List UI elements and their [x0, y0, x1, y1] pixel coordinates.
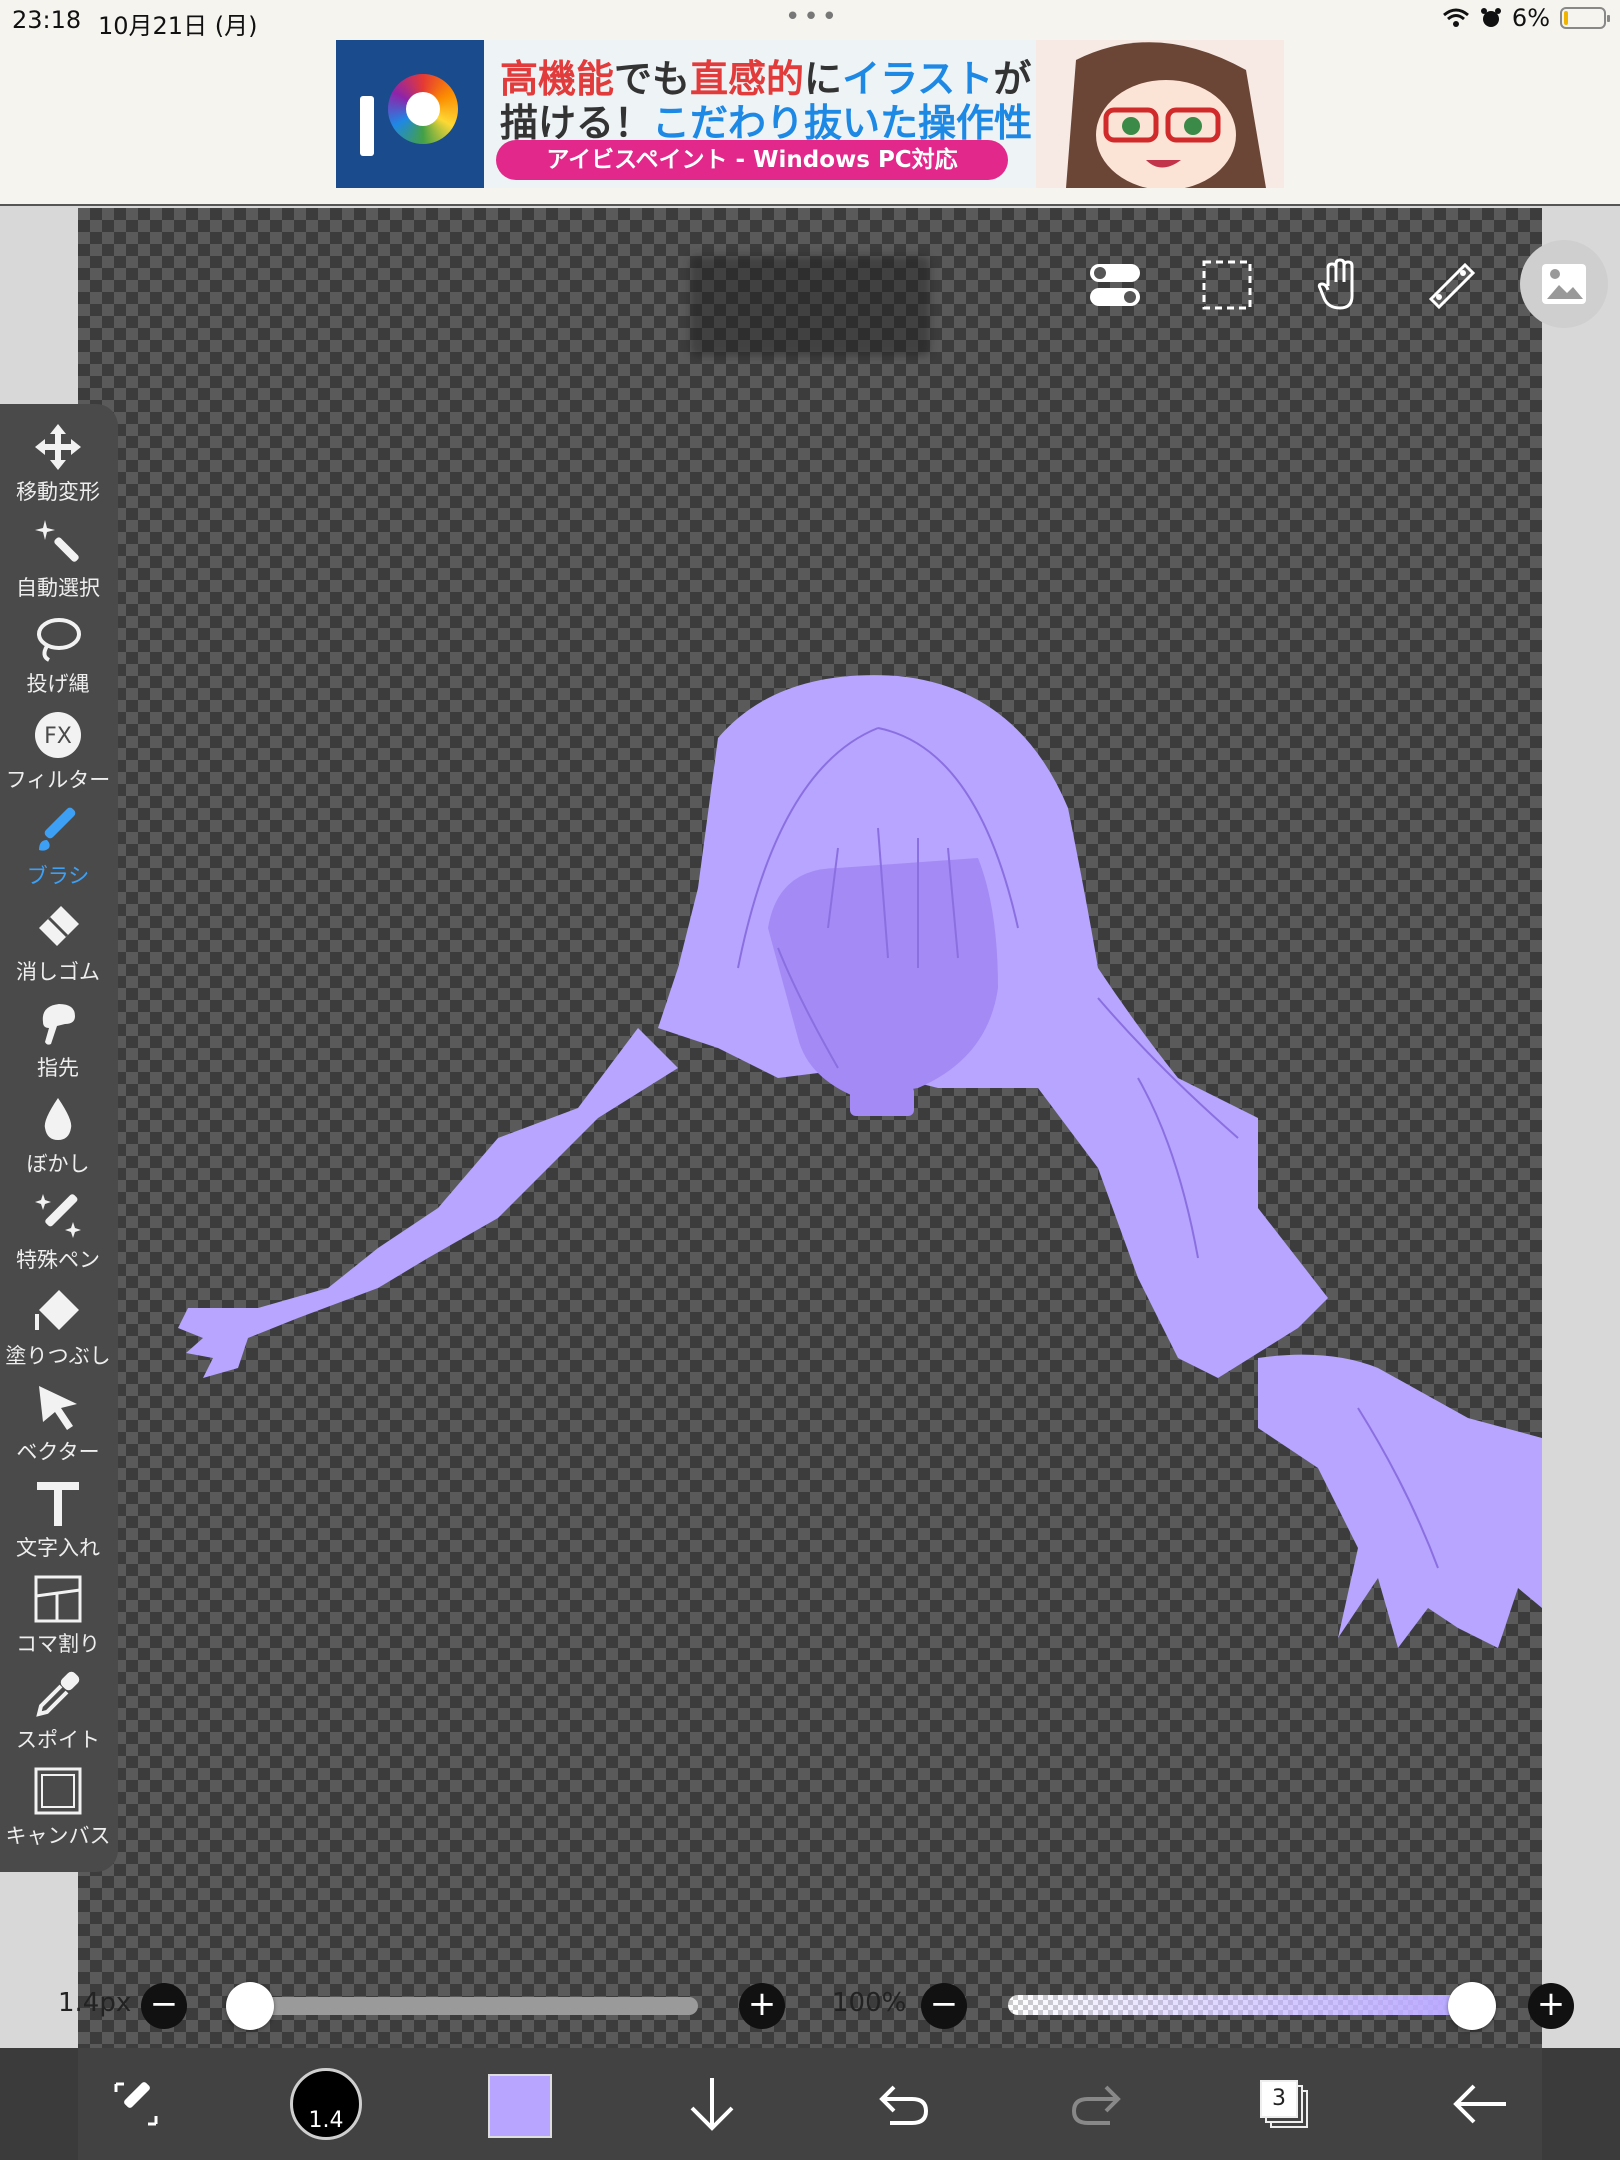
toggle-icon[interactable] [1078, 248, 1152, 322]
reference-image-icon[interactable] [1520, 240, 1608, 328]
brush-size-indicator[interactable]: 1.4 [290, 2068, 362, 2140]
fx-icon: FX [35, 712, 81, 758]
status-right: 6% [1442, 4, 1610, 32]
brush-size-slider-knob[interactable] [226, 1982, 274, 2030]
brush-size-slider[interactable] [248, 1997, 698, 2015]
hand-icon[interactable] [1302, 248, 1376, 322]
tool-text[interactable]: 文字入れ [0, 1472, 116, 1568]
multitask-dots-icon[interactable]: ••• [785, 2, 840, 32]
undo-icon[interactable] [868, 2068, 940, 2140]
finger-icon [42, 1004, 75, 1045]
alarm-icon [1480, 8, 1501, 27]
opacity-minus-button[interactable]: − [921, 1983, 967, 2029]
tool-brush[interactable]: ブラシ [0, 800, 116, 896]
tool-fill[interactable]: 塗りつぶし [0, 1280, 116, 1376]
ad-banner[interactable]: 高機能でも直感的にイラストが 描ける！こだわり抜いた操作性！ アイビスペイント … [336, 40, 1284, 188]
tool-lasso[interactable]: 投げ縄 [0, 608, 116, 704]
ruler-icon[interactable] [1414, 248, 1488, 322]
divider [0, 204, 1620, 206]
tool-eraser[interactable]: 消しゴム [0, 896, 116, 992]
tool-canvas[interactable]: キャンバス [0, 1760, 116, 1856]
tool-vector[interactable]: ベクター [0, 1376, 116, 1472]
arrow-down-icon[interactable] [676, 2068, 748, 2140]
canvas-icon [34, 1767, 82, 1815]
layers-icon[interactable]: 3 [1260, 2080, 1308, 2128]
opacity-label: 100% [832, 1988, 907, 2018]
bucket-icon [35, 1290, 79, 1330]
drop-icon [44, 1098, 72, 1140]
tool-special-pen[interactable]: 特殊ペン [0, 1184, 116, 1280]
svg-text:FX: FX [44, 724, 72, 749]
tool-magic-wand[interactable]: 自動選択 [0, 512, 116, 608]
bottom-toolbar [0, 2048, 1620, 2160]
brush-size-label: 1.4px [58, 1988, 132, 2018]
back-arrow-icon[interactable] [1444, 2068, 1516, 2140]
text-icon [37, 1482, 79, 1526]
eraser-icon [39, 906, 79, 946]
ibis-logo [336, 40, 484, 188]
frame-icon [34, 1575, 82, 1623]
tool-smudge[interactable]: 指先 [0, 992, 116, 1088]
redo-icon[interactable] [1060, 2068, 1132, 2140]
status-date: 10月21日 (月) [98, 12, 258, 40]
brush-icon [39, 807, 76, 851]
ad-character-illustration [1036, 40, 1284, 188]
battery-percent: 6% [1511, 4, 1550, 32]
lasso-icon [37, 618, 81, 662]
brush-size-minus-button[interactable]: − [141, 1983, 187, 2029]
tool-blur[interactable]: ぼかし [0, 1088, 116, 1184]
eyedropper-icon [36, 1671, 80, 1717]
tool-eyedropper[interactable]: スポイト [0, 1664, 116, 1760]
magic-wand-icon [35, 520, 79, 562]
blurred-overlay [690, 256, 930, 356]
move-icon [35, 424, 81, 470]
opacity-slider[interactable] [1008, 1995, 1478, 2015]
wifi-icon [1442, 8, 1469, 27]
tool-panel: 移動変形 自動選択 投げ縄 FX フィルター ブラシ 消しゴム 指先 ぼかし 特… [0, 404, 118, 1872]
brush-swap-icon[interactable] [100, 2068, 172, 2140]
tool-frame-divider[interactable]: コマ割り [0, 1568, 116, 1664]
tool-move-transform[interactable]: 移動変形 [0, 416, 116, 512]
status-bar: 23:18 10月21日 (月) ••• 6% [0, 0, 1620, 40]
tool-filter[interactable]: FX フィルター [0, 704, 116, 800]
opacity-plus-button[interactable]: + [1528, 1983, 1574, 2029]
brush-size-plus-button[interactable]: + [739, 1983, 785, 2029]
selection-icon[interactable] [1190, 248, 1264, 322]
ad-pill: アイビスペイント - Windows PC対応 [496, 140, 1008, 180]
ad-headline-2: 描ける！こだわり抜いた操作性！ [500, 101, 1071, 145]
color-swatch[interactable] [488, 2074, 552, 2138]
sparkle-pen-icon [35, 1194, 81, 1238]
artwork-hair [178, 675, 1542, 1648]
battery-icon [1560, 7, 1610, 29]
status-time: 23:18 [12, 6, 82, 34]
opacity-slider-knob[interactable] [1448, 1982, 1496, 2030]
cursor-icon [39, 1386, 77, 1430]
